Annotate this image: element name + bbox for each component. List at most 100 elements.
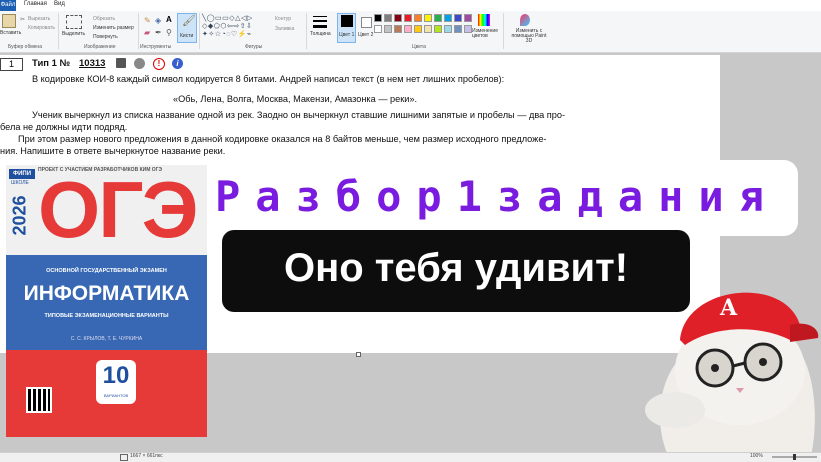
color-palette[interactable] [374, 14, 474, 36]
video-title: Разбор1задания [215, 172, 780, 221]
record-icon[interactable] [134, 58, 145, 69]
shapes-label: Фигуры [245, 44, 263, 50]
tab-view[interactable]: Вид [54, 1, 65, 7]
outline-button[interactable]: Контур [275, 16, 291, 22]
task-line: Ученик вычеркнул из списка название одно… [32, 110, 566, 120]
ribbon-tabs: Файл Главная Вид [0, 0, 821, 11]
color-swatch[interactable] [374, 25, 382, 33]
color-swatch[interactable] [414, 25, 422, 33]
picker-icon[interactable]: ✒ [155, 28, 162, 37]
warning-icon[interactable]: ! [153, 58, 165, 70]
color-swatch[interactable] [434, 25, 442, 33]
divider [138, 13, 139, 49]
divider [503, 13, 504, 49]
canvas-size-icon [120, 454, 128, 461]
tools-label: Инструменты [140, 44, 172, 50]
cat-paw [645, 392, 705, 428]
book-authors: С. С. КРЫЛОВ, Т. Е. ЧУРКИНА [70, 336, 143, 342]
cap-brim [790, 323, 819, 342]
paste-icon[interactable] [2, 14, 16, 28]
tab-home[interactable]: Главная [24, 1, 47, 7]
shapes-gallery[interactable]: ╲◯▭▭◇△◁▷ ◇◆⬠⬡⇦⇨⇧⇩ ✦✧☆◔◌♡⚡⌁ [202, 15, 270, 41]
fill-button[interactable]: Заливка [275, 26, 294, 32]
paste-button[interactable]: Вставить [0, 30, 21, 36]
pencil-icon[interactable]: ✎ [144, 16, 151, 25]
brush-icon: 🖌 [182, 15, 196, 27]
color-swatch[interactable] [444, 25, 452, 33]
color1-label: Цвет 1 [339, 32, 355, 38]
color2-swatch[interactable] [361, 17, 372, 28]
zoom-thumb[interactable] [793, 454, 796, 460]
color1-swatch [341, 15, 353, 27]
color-swatch[interactable] [374, 14, 382, 22]
color-swatch[interactable] [464, 14, 472, 22]
color-swatch[interactable] [454, 14, 462, 22]
book-exam: ОСНОВНОЙ ГОСУДАРСТВЕННЫЙ ЭКЗАМЕН [46, 268, 167, 274]
tab-file[interactable]: Файл [0, 0, 16, 11]
color-swatch[interactable] [424, 25, 432, 33]
copy-button[interactable]: Копировать [28, 25, 55, 31]
cat-sticker: A [645, 292, 819, 460]
edit-colors-icon[interactable] [478, 14, 490, 26]
task-type: Тип 1 № [32, 58, 71, 69]
book-count-label: ВАРИАНТОВ [103, 393, 129, 398]
zoom-level: 100% [750, 453, 763, 459]
brushes-label: Кисти [180, 33, 194, 39]
task-line: бела не должны идти подряд. [0, 122, 128, 132]
color-swatch[interactable] [434, 14, 442, 22]
rotate-button[interactable]: Повернуть [93, 34, 118, 40]
paint3d-icon[interactable] [520, 14, 530, 26]
task-line: В кодировке КОИ-8 каждый символ кодирует… [32, 74, 505, 84]
select-icon[interactable] [66, 15, 82, 29]
color-swatch[interactable] [444, 14, 452, 22]
task-quote: «Обь, Лена, Волга, Москва, Макензи, Амаз… [173, 94, 418, 104]
book-cover: ПРОЕКТ С УЧАСТИЕМ РАЗРАБОТЧИКОВ КИМ ОГЭ … [6, 165, 207, 437]
image-label: Изображение [84, 44, 116, 50]
divider [199, 13, 200, 49]
divider [306, 13, 307, 49]
paint3d-button[interactable]: Изменить с помощью Paint 3D [508, 29, 550, 44]
cut-button[interactable]: Вырезать [28, 16, 50, 22]
color-swatch[interactable] [404, 14, 412, 22]
divider [58, 13, 59, 49]
color-swatch[interactable] [414, 14, 422, 22]
color-swatch[interactable] [394, 25, 402, 33]
select-button[interactable]: Выделить [62, 31, 85, 37]
color-swatch[interactable] [454, 25, 462, 33]
fill-icon[interactable]: ◈ [155, 16, 161, 25]
color-swatch[interactable] [424, 14, 432, 22]
video-subtitle: Оно тебя удивит! [283, 246, 629, 290]
resize-button[interactable]: Изменить размер [93, 25, 134, 31]
task-line: При этом размер нового предложения в дан… [18, 134, 547, 144]
color-swatch[interactable] [394, 14, 402, 22]
canvas-size: 1667 × 661пкс [130, 453, 163, 459]
book-year: 2026 [9, 195, 30, 236]
colors-label: Цвета [412, 44, 426, 50]
qr-code-icon [26, 387, 52, 413]
book-variants: ТИПОВЫЕ ЭКЗАМЕНАЦИОННЫЕ ВАРИАНТЫ [44, 313, 169, 319]
task-id[interactable]: 10313 [79, 58, 105, 69]
clipboard-label: Буфер обмена [8, 44, 42, 50]
resize-handle[interactable] [356, 352, 361, 357]
task-line: ния. Напишите в ответе вычеркнутое назва… [0, 146, 226, 156]
color-swatch[interactable] [464, 25, 472, 33]
color-swatch[interactable] [384, 25, 392, 33]
size-button[interactable]: Толщина [310, 31, 331, 37]
cap-logo: A [719, 295, 738, 321]
school-label: ШКОЛЕ [11, 180, 29, 186]
text-icon[interactable]: A [166, 15, 172, 24]
task-number-box: 1 [0, 58, 23, 71]
size-icon[interactable] [313, 14, 327, 30]
edit-colors-button[interactable]: Изменение цветов [472, 29, 500, 39]
book-big-title: ОГЭ [38, 165, 198, 254]
eraser-icon[interactable]: ▰ [144, 28, 150, 37]
crop-button[interactable]: Обрезать [93, 16, 115, 22]
color-swatch[interactable] [384, 14, 392, 22]
color-swatch[interactable] [404, 25, 412, 33]
magnifier-icon[interactable]: ⚲ [166, 28, 172, 37]
folder-icon[interactable] [116, 58, 126, 68]
cut-icon[interactable]: ✂ [20, 16, 25, 23]
fipi-badge: ФИПИ [9, 169, 35, 179]
book-subject: ИНФОРМАТИКА [23, 282, 190, 305]
info-icon[interactable]: i [172, 58, 183, 69]
